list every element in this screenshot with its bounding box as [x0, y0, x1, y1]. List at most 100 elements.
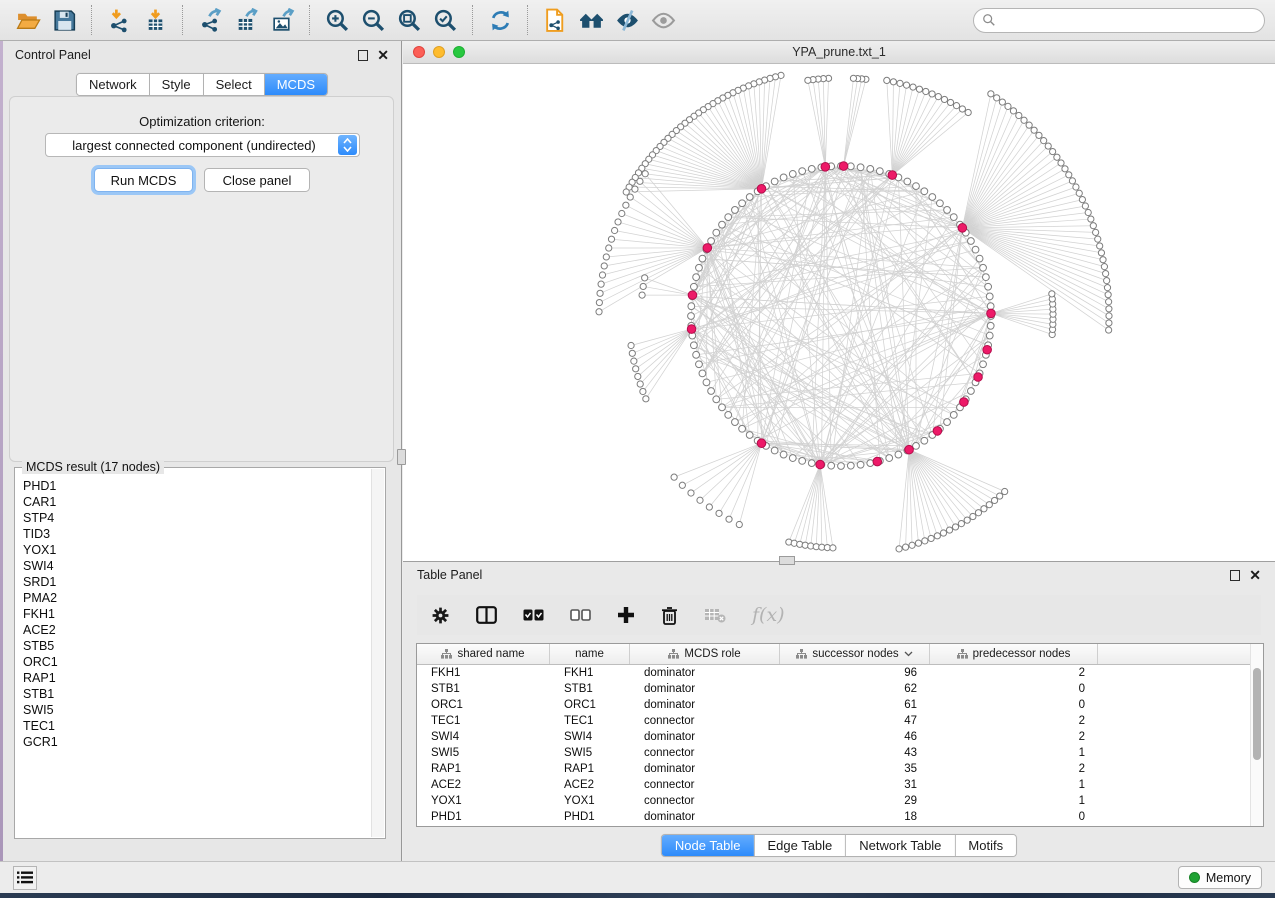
network-selected-node[interactable]	[821, 163, 830, 172]
network-node[interactable]	[597, 290, 603, 296]
network-node[interactable]	[876, 168, 883, 175]
network-node[interactable]	[922, 538, 928, 544]
mcds-result-item[interactable]: STP4	[23, 510, 371, 526]
network-node[interactable]	[1036, 132, 1042, 138]
network-node[interactable]	[991, 497, 997, 503]
network-node[interactable]	[719, 221, 726, 228]
network-node[interactable]	[1031, 127, 1037, 133]
export-network-icon[interactable]	[192, 4, 228, 36]
network-node[interactable]	[1106, 306, 1112, 312]
network-node[interactable]	[1026, 122, 1032, 128]
network-node[interactable]	[596, 309, 602, 315]
network-node[interactable]	[771, 447, 778, 454]
network-node[interactable]	[642, 171, 648, 177]
table-scrollbar-thumb[interactable]	[1253, 668, 1261, 760]
task-history-icon[interactable]	[13, 866, 37, 890]
tab-select[interactable]: Select	[204, 74, 265, 95]
network-node[interactable]	[808, 165, 815, 172]
network-node[interactable]	[923, 88, 929, 94]
network-node[interactable]	[696, 361, 703, 368]
network-node[interactable]	[643, 396, 649, 402]
network-node[interactable]	[940, 530, 946, 536]
network-node[interactable]	[915, 540, 921, 546]
mcds-result-item[interactable]: RAP1	[23, 670, 371, 686]
network-selected-node[interactable]	[703, 244, 712, 253]
mcds-result-item[interactable]: SWI4	[23, 558, 371, 574]
first-neighbors-icon[interactable]	[573, 4, 609, 36]
network-node[interactable]	[857, 164, 864, 171]
tab-network[interactable]: Network	[77, 74, 150, 95]
network-node[interactable]	[1010, 108, 1016, 114]
network-node[interactable]	[904, 178, 911, 185]
mcds-result-item[interactable]: GCR1	[23, 734, 371, 750]
network-node[interactable]	[1082, 203, 1088, 209]
network-node[interactable]	[725, 214, 732, 221]
network-node[interactable]	[903, 82, 909, 88]
network-node[interactable]	[976, 255, 983, 262]
network-node[interactable]	[847, 163, 854, 170]
network-node[interactable]	[1069, 178, 1075, 184]
table-row[interactable]: SWI5SWI5connector431	[417, 745, 1263, 761]
network-node[interactable]	[736, 521, 742, 527]
network-node[interactable]	[909, 542, 915, 548]
table-tab-node-table[interactable]: Node Table	[662, 835, 755, 856]
network-node[interactable]	[1085, 209, 1091, 215]
network-node[interactable]	[637, 381, 643, 387]
network-node[interactable]	[619, 210, 625, 216]
network-node[interactable]	[1062, 166, 1068, 172]
table-tab-motifs[interactable]: Motifs	[955, 835, 1016, 856]
network-node[interactable]	[1049, 291, 1055, 297]
tab-style[interactable]: Style	[150, 74, 204, 95]
network-node[interactable]	[928, 535, 934, 541]
export-table-icon[interactable]	[228, 4, 264, 36]
mcds-result-item[interactable]: STB5	[23, 638, 371, 654]
network-node[interactable]	[1106, 313, 1112, 319]
network-node[interactable]	[640, 283, 646, 289]
tab-mcds[interactable]: MCDS	[265, 74, 327, 95]
network-node[interactable]	[828, 462, 835, 469]
network-node[interactable]	[635, 373, 641, 379]
network-node[interactable]	[1106, 299, 1112, 305]
network-node[interactable]	[958, 521, 964, 527]
network-selected-node[interactable]	[888, 171, 897, 180]
mcds-result-item[interactable]: YOX1	[23, 542, 371, 558]
network-node[interactable]	[615, 219, 621, 225]
split-panel-icon[interactable]	[476, 606, 497, 624]
network-selected-node[interactable]	[687, 325, 696, 334]
network-node[interactable]	[598, 281, 604, 287]
network-node[interactable]	[968, 238, 975, 245]
table-row[interactable]: ACE2ACE2connector311	[417, 777, 1263, 793]
network-node[interactable]	[1088, 216, 1094, 222]
save-session-icon[interactable]	[46, 4, 82, 36]
network-node[interactable]	[603, 254, 609, 260]
network-node[interactable]	[746, 194, 753, 201]
network-node[interactable]	[690, 342, 697, 349]
network-node[interactable]	[896, 546, 902, 552]
show-all-icon[interactable]	[645, 4, 681, 36]
network-node[interactable]	[830, 545, 836, 551]
hide-selected-icon[interactable]	[609, 4, 645, 36]
column-header-predecessor-nodes[interactable]: predecessor nodes	[930, 644, 1098, 664]
network-selected-node[interactable]	[960, 398, 969, 407]
network-node[interactable]	[1103, 271, 1109, 277]
network-node[interactable]	[867, 165, 874, 172]
network-node[interactable]	[640, 388, 646, 394]
network-node[interactable]	[884, 77, 890, 83]
network-node[interactable]	[950, 214, 957, 221]
network-node[interactable]	[946, 527, 952, 533]
network-node[interactable]	[997, 493, 1003, 499]
network-node[interactable]	[929, 194, 936, 201]
settings-icon[interactable]	[431, 606, 450, 625]
table-row[interactable]: TEC1TEC1connector472	[417, 713, 1263, 729]
network-node[interactable]	[599, 272, 605, 278]
network-node[interactable]	[1016, 112, 1022, 118]
network-node[interactable]	[632, 186, 638, 192]
network-node[interactable]	[950, 412, 957, 419]
network-node[interactable]	[688, 303, 695, 310]
network-node[interactable]	[897, 80, 903, 86]
memory-button[interactable]: Memory	[1178, 866, 1262, 889]
network-node[interactable]	[890, 79, 896, 85]
network-node[interactable]	[1050, 148, 1056, 154]
network-node[interactable]	[886, 455, 893, 462]
network-node[interactable]	[608, 236, 614, 242]
